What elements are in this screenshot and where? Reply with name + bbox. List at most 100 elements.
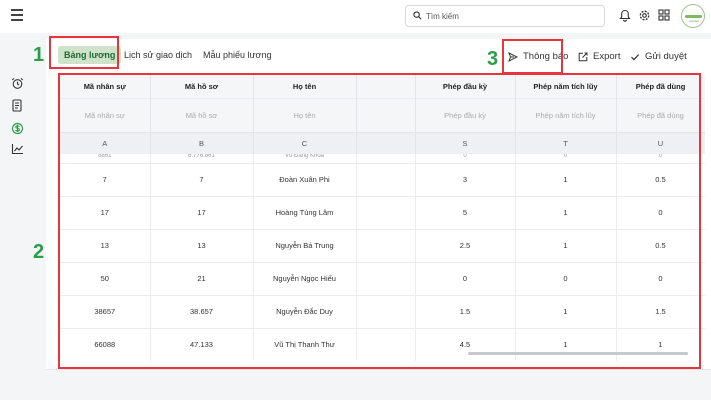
step-marker-3: 3 (487, 48, 499, 70)
table-cell: 0 (415, 261, 516, 295)
column-header[interactable]: Phép đầu kỳ (415, 75, 516, 98)
search-input[interactable] (426, 8, 596, 24)
table-cell (356, 195, 416, 229)
table-row[interactable]: 7 7 Đoàn Xuân Phi 3 1 0.5 (60, 162, 705, 196)
horizontal-scrollbar[interactable] (468, 352, 688, 355)
table-cell (356, 154, 416, 163)
table-cell: 0 (515, 154, 617, 163)
payroll-table-container[interactable]: Mã nhân sự Mã hồ sơ Họ tên Phép đầu kỳ P… (60, 75, 705, 367)
column-filter[interactable]: Phép năm tích lũy (515, 97, 617, 132)
table-cell: 1 (515, 162, 617, 196)
table-cell: Vũ Đăng Khoa (253, 154, 357, 163)
column-header[interactable] (356, 75, 416, 98)
table-row[interactable]: 8861 6.776.861 Vũ Đăng Khoa 0 0 0 (60, 154, 705, 163)
alarm-clock-icon[interactable] (11, 77, 24, 90)
table-cell (356, 261, 416, 295)
table-cell: 1 (515, 327, 617, 361)
top-bar: rootdev (0, 0, 711, 33)
document-icon[interactable] (11, 99, 23, 112)
table-cell: 0 (616, 195, 705, 229)
table-cell: 3 (415, 162, 516, 196)
table-cell: Hoàng Tùng Lâm (253, 195, 357, 229)
table-cell: 0.5 (616, 228, 705, 262)
column-letter: C (253, 131, 357, 154)
table-cell (356, 228, 416, 262)
table-row[interactable]: 50 21 Nguyễn Ngọc Hiếu 0 0 0 (60, 261, 705, 295)
filter-row: Mã nhân sự Mã hồ sơ Họ tên Phép đầu kỳ P… (60, 97, 705, 132)
table-cell: 13 (150, 228, 254, 262)
tab-mau-phieu-luong[interactable]: Mẫu phiếu lương (203, 46, 271, 64)
column-header[interactable]: Phép đã dùng (616, 75, 705, 98)
table-cell: Nguyễn Bá Trung (253, 228, 357, 262)
table-cell: 0 (616, 154, 705, 163)
menu-icon[interactable] (11, 9, 23, 21)
table-cell: 66088 (60, 327, 151, 361)
table-cell: 6.776.861 (150, 154, 254, 163)
tab-lich-su-giao-dich[interactable]: Lịch sử giao dịch (124, 46, 192, 64)
table-cell: 13 (60, 228, 151, 262)
table-cell (356, 327, 416, 361)
column-filter[interactable]: Mã nhân sự (60, 97, 151, 132)
column-filter[interactable]: Mã hồ sơ (150, 97, 254, 132)
payroll-table: Mã nhân sự Mã hồ sơ Họ tên Phép đầu kỳ P… (60, 75, 705, 361)
table-cell: 21 (150, 261, 254, 295)
submit-approval-button[interactable]: Gửi duyệt (630, 51, 687, 62)
notify-button[interactable]: Thông báo (508, 51, 568, 62)
column-letter: A (60, 131, 151, 154)
tab-bar: Bảng lương Lịch sử giao dịch Mẫu phiếu l… (46, 39, 711, 73)
bell-icon[interactable] (619, 9, 631, 22)
payroll-panel: Bảng lương Lịch sử giao dịch Mẫu phiếu l… (46, 39, 711, 369)
table-cell: 8861 (60, 154, 151, 163)
table-cell: 1 (515, 195, 617, 229)
table-cell (356, 294, 416, 328)
step-marker-1: 1 (33, 44, 45, 66)
table-cell: 2.5 (415, 228, 516, 262)
table-cell: 1.5 (415, 294, 516, 328)
check-icon (631, 53, 640, 60)
table-row[interactable]: 17 17 Hoàng Tùng Lâm 5 1 0 (60, 195, 705, 229)
table-cell: 0 (515, 261, 617, 295)
step-marker-2: 2 (33, 241, 45, 263)
table-row[interactable]: 13 13 Nguyễn Bá Trung 2.5 1 0.5 (60, 228, 705, 262)
avatar-logo-text: rootdev (688, 19, 699, 23)
column-filter[interactable]: Phép đã dùng (616, 97, 705, 132)
gear-icon[interactable] (638, 9, 651, 22)
send-icon (508, 51, 518, 62)
table-cell (356, 162, 416, 196)
table-cell: 1 (515, 294, 617, 328)
header-row: Mã nhân sự Mã hồ sơ Họ tên Phép đầu kỳ P… (60, 75, 705, 98)
column-header[interactable]: Họ tên (253, 75, 357, 98)
table-cell: 38657 (60, 294, 151, 328)
dollar-circle-icon[interactable] (11, 122, 24, 135)
table-cell: Đoàn Xuân Phi (253, 162, 357, 196)
chart-line-icon[interactable] (11, 143, 24, 155)
table-cell: 1.5 (616, 294, 705, 328)
column-filter[interactable]: Phép đầu kỳ (415, 97, 516, 132)
table-cell: 47.133 (150, 327, 254, 361)
table-row[interactable]: 66088 47.133 Vũ Thị Thanh Thư 4.5 1 1 (60, 327, 705, 361)
grid-apps-icon[interactable] (658, 9, 670, 21)
tab-bang-luong[interactable]: Bảng lương (58, 46, 122, 64)
panel-divider (46, 369, 711, 370)
avatar[interactable]: rootdev (681, 4, 705, 28)
table-cell: 1 (515, 228, 617, 262)
export-button[interactable]: Export (578, 51, 620, 62)
table-cell: 38.657 (150, 294, 254, 328)
table-cell: 0.5 (616, 162, 705, 196)
table-cell: Nguyễn Ngọc Hiếu (253, 261, 357, 295)
notify-label: Thông báo (523, 51, 569, 62)
column-header[interactable]: Mã hồ sơ (150, 75, 254, 98)
search-box[interactable] (405, 5, 605, 27)
column-header[interactable]: Mã nhân sự (60, 75, 151, 98)
column-filter[interactable] (356, 97, 416, 132)
column-filter[interactable]: Họ tên (253, 97, 357, 132)
column-header[interactable]: Phép năm tích lũy (515, 75, 617, 98)
table-cell: 7 (150, 162, 254, 196)
table-cell: 7 (60, 162, 151, 196)
table-row[interactable]: 38657 38.657 Nguyễn Đắc Duy 1.5 1 1.5 (60, 294, 705, 328)
submit-approval-label: Gửi duyệt (645, 51, 687, 62)
column-letter: S (415, 131, 516, 154)
table-cell: 0 (415, 154, 516, 163)
column-letter-row: A B C S T U (60, 131, 705, 154)
column-letter: B (150, 131, 254, 154)
